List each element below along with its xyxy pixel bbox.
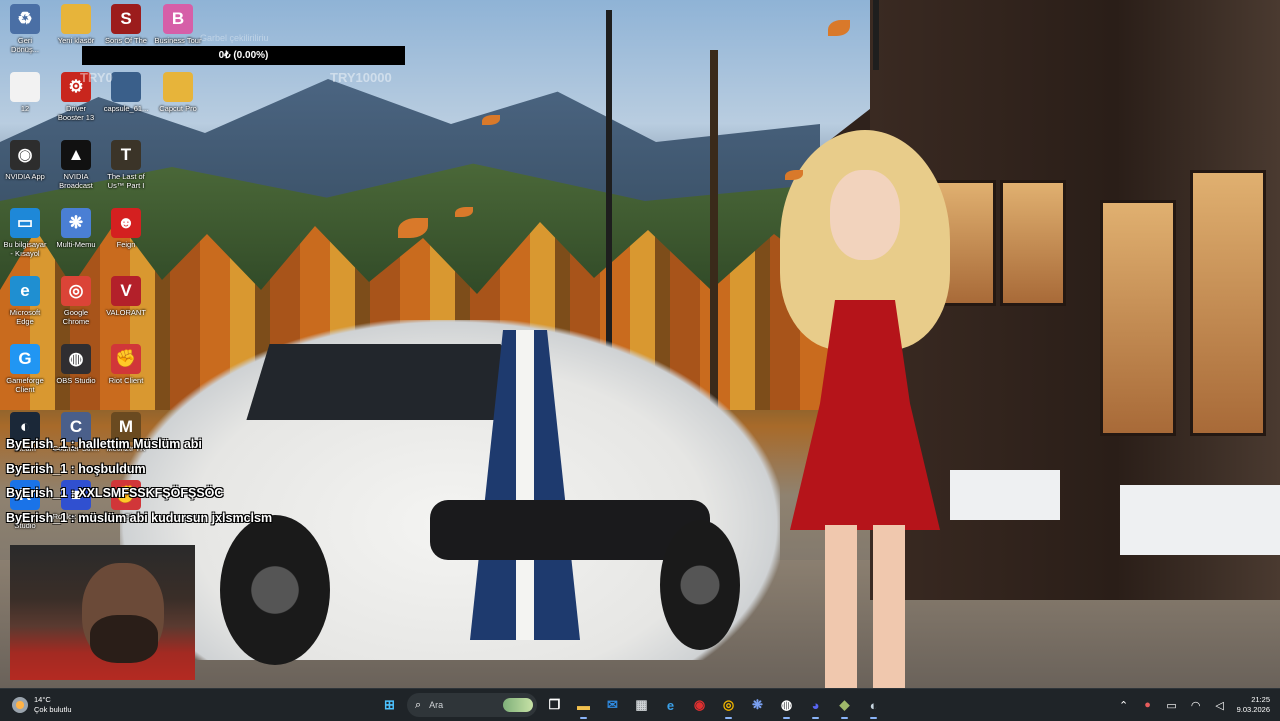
valorant-icon: V — [111, 276, 141, 306]
search-icon: ⌕ — [415, 698, 422, 711]
this-pc-icon: ▭ — [10, 208, 40, 238]
chat-message: ByErish_1 : XXLSMFSSKFŞÖFŞSÖC — [6, 486, 224, 500]
microphone-icon[interactable]: ● — [1141, 699, 1155, 711]
weather-temperature: 14°C — [34, 695, 51, 704]
obs-taskbar-icon[interactable]: ◍ — [775, 694, 798, 719]
desktop-shortcut-label: VALORANT — [106, 308, 146, 317]
game-taskbar-icon[interactable]: ◆ — [833, 694, 856, 719]
weather-cloud-icon — [12, 697, 28, 713]
task-view-icon[interactable]: ❐ — [543, 694, 566, 717]
taskbar-apps: ⊞ ⌕ Ara ❐ ▬ ✉ ▦ e ◉ ◎ ❋ ◍ ◕ ◆ ◐ — [378, 692, 885, 719]
stream-chat-overlay: ByErish_1 : hallettim Müslüm abi ByErish… — [6, 432, 406, 530]
business-tour-icon: B — [163, 4, 193, 34]
desktop-shortcut[interactable]: ☻ Feign — [96, 208, 156, 249]
wallpaper-lamp-post — [873, 0, 879, 70]
falling-leaf — [828, 20, 850, 36]
clock-date: 9.03.2026 — [1236, 705, 1270, 714]
volume-icon[interactable]: ◁ — [1213, 699, 1227, 712]
desktop-shortcut[interactable]: ✊ Riot Client — [96, 344, 156, 385]
wallpaper-window — [1100, 200, 1176, 436]
wallpaper-window — [1000, 180, 1066, 306]
search-placeholder: Ara — [429, 700, 444, 710]
system-tray: ⌃ ● ▭ ◠ ◁ 21:25 9.03.2026 — [1117, 692, 1270, 718]
capsule-image-icon — [111, 72, 141, 102]
desktop-shortcut[interactable]: T The Last of Us™ Part I — [96, 140, 156, 190]
microsoft-edge-icon: e — [10, 276, 40, 306]
webcam-person-beard — [90, 615, 158, 663]
obs-studio-icon: ◍ — [61, 344, 91, 374]
donation-goal-start: TRY0 — [80, 70, 113, 85]
display-icon[interactable]: ▭ — [1165, 699, 1179, 712]
desktop-shortcut-label: Riot Client — [108, 376, 144, 385]
desktop-shortcut-label: Sons Of The — [105, 36, 147, 45]
steam-taskbar-icon[interactable]: ◐ — [862, 694, 885, 719]
weather-widget[interactable]: 14°C Çok bulutlu — [12, 693, 72, 717]
discord-taskbar-icon[interactable]: ◕ — [804, 694, 827, 719]
network-icon[interactable]: ◠ — [1189, 699, 1203, 712]
wallpaper-car-wheel — [660, 520, 740, 650]
chat-message: ByErish_1 : müslüm abi kudursun jxlsmcls… — [6, 510, 273, 525]
text-file-icon — [10, 72, 40, 102]
chat-message: ByErish_1 : hoşbuldum — [6, 461, 146, 476]
wallpaper-window — [1190, 170, 1266, 436]
google-chrome-icon: ◎ — [61, 276, 91, 306]
desktop-shortcut[interactable]: Capcut Pro — [148, 72, 208, 113]
webcam-overlay — [10, 545, 195, 680]
new-folder-icon — [61, 4, 91, 34]
donation-progress-text: 0₺ (0.00%) — [218, 50, 269, 61]
tray-overflow-chevron-icon[interactable]: ⌃ — [1117, 699, 1131, 712]
multi-memu-icon: ❋ — [61, 208, 91, 238]
wallpaper-face — [830, 170, 900, 260]
nvidia-broadcast-icon: ▲ — [61, 140, 91, 170]
calculator-icon[interactable]: ▦ — [630, 694, 653, 717]
desktop-shortcut-label: The Last of Us™ Part I — [107, 172, 145, 190]
start-button-icon[interactable]: ⊞ — [378, 694, 401, 717]
outlook-icon[interactable]: ✉ — [601, 694, 624, 717]
multi-memu-taskbar-icon[interactable]: ❋ — [746, 694, 769, 717]
weather-description: Çok bulutlu — [34, 705, 72, 714]
sons-of-the-forest-icon: S — [111, 4, 141, 34]
clock[interactable]: 21:25 9.03.2026 — [1237, 695, 1270, 715]
donation-goal-title: Garbel çekiliriliriu — [200, 33, 269, 43]
search-highlight-icon — [503, 698, 533, 712]
desktop-shortcut-label: capsule_61... — [103, 104, 149, 113]
wallpaper-table — [1120, 485, 1280, 555]
gameforge-client-icon: G — [10, 344, 40, 374]
clock-time: 21:25 — [1251, 695, 1270, 704]
donation-progress-bar: 0₺ (0.00%) — [82, 46, 405, 65]
desktop-shortcut-label: Business Tour — [154, 36, 202, 45]
donation-goal-end: TRY10000 — [330, 70, 392, 85]
desktop-shortcut[interactable]: S Sons Of The — [96, 4, 156, 45]
feign-icon: ☻ — [111, 208, 141, 238]
riot-client-icon: ✊ — [111, 344, 141, 374]
file-explorer-icon[interactable]: ▬ — [572, 694, 595, 719]
the-last-of-us-icon: T — [111, 140, 141, 170]
nvidia-taskbar-icon[interactable]: ◉ — [688, 694, 711, 717]
desktop-shortcut[interactable]: V VALORANT — [96, 276, 156, 317]
chrome-taskbar-icon[interactable]: ◎ — [717, 694, 740, 719]
taskbar: 14°C Çok bulutlu ⊞ ⌕ Ara ❐ ▬ ✉ ▦ e ◉ ◎ ❋ ◍ ◕ ◆ ◐ ⌃ ● ▭… — [0, 688, 1280, 721]
wallpaper-car-wheel — [220, 515, 330, 665]
desktop-shortcut-label: Capcut Pro — [159, 104, 197, 113]
edge-taskbar-icon[interactable]: e — [659, 694, 682, 717]
chat-message: ByErish_1 : hallettim Müslüm abi — [6, 437, 202, 451]
nvidia-app-icon: ◉ — [10, 140, 40, 170]
desktop-shortcut[interactable]: B Business Tour — [148, 4, 208, 45]
recycle-bin-icon: ♻ — [10, 4, 40, 34]
desktop-shortcut-label: Feign — [116, 240, 136, 249]
capcut-pro-folder-icon — [163, 72, 193, 102]
taskbar-search-box[interactable]: ⌕ Ara — [407, 693, 537, 717]
wallpaper-woman — [760, 130, 970, 688]
wallpaper-legs — [825, 525, 905, 688]
